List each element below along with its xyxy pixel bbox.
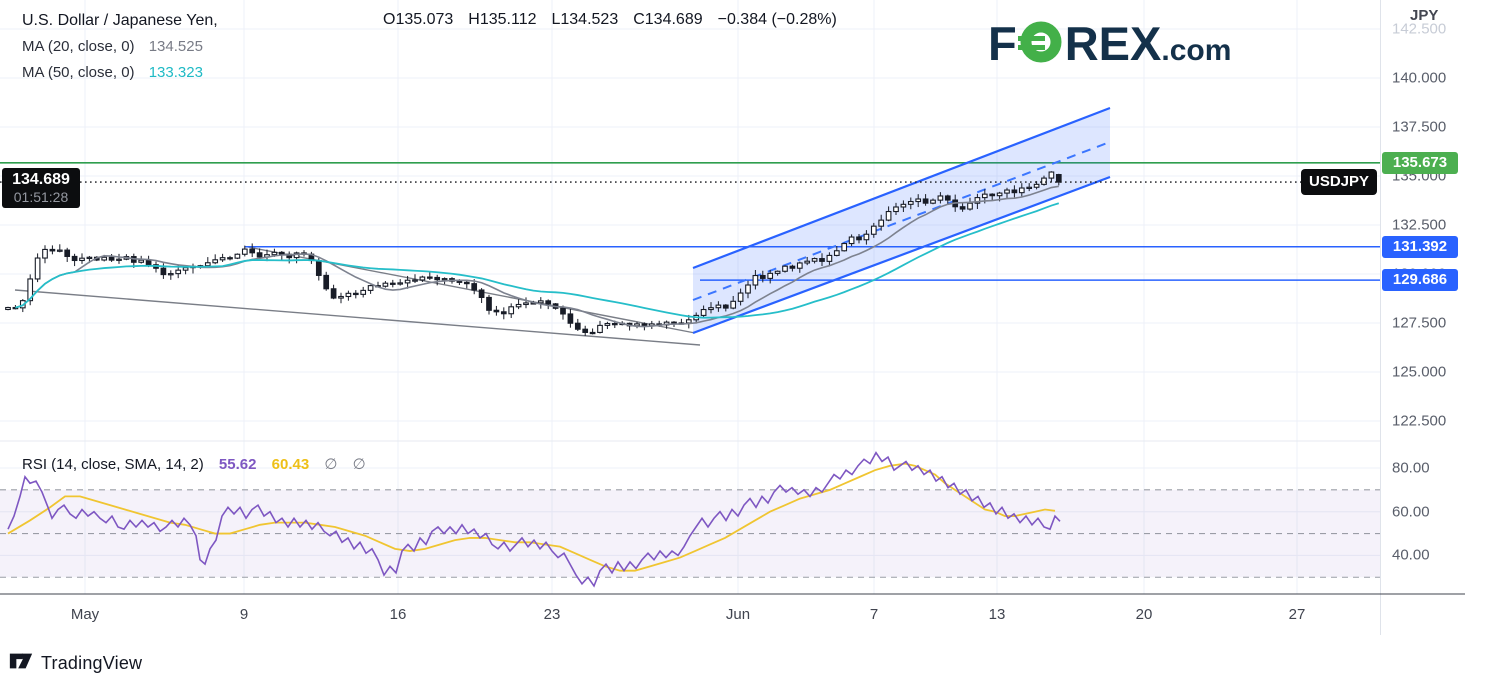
price-tick-137.500: 137.500 <box>1392 119 1446 136</box>
price-tick-142.500: 142.500 <box>1392 21 1446 38</box>
price-level-badge-129.686: 129.686 <box>1382 269 1458 291</box>
time-tick-7: 7 <box>870 606 878 623</box>
price-tick-140.000: 140.000 <box>1392 70 1446 87</box>
ma50-label: MA (50, close, 0) <box>22 64 135 81</box>
time-axis[interactable]: May 9 16 23 Jun 7 13 20 27 <box>0 596 1380 634</box>
current-price: 134.689 <box>2 170 80 189</box>
rsi-empty-marker-2: ∅ <box>353 456 366 473</box>
forex-com-logo: F REX.com <box>988 16 1231 71</box>
tradingview-icon <box>8 648 34 679</box>
price-tick-122.500: 122.500 <box>1392 413 1446 430</box>
ohlc-open: O135.073 <box>383 11 453 28</box>
price-axis[interactable]: 142.500140.000137.500135.000132.500130.0… <box>1380 0 1485 635</box>
time-tick-20: 20 <box>1136 606 1153 623</box>
symbol-title: U.S. Dollar / Japanese Yen, <box>22 8 218 34</box>
time-tick-13: 13 <box>989 606 1006 623</box>
time-tick-May: May <box>71 606 99 623</box>
rsi-legend[interactable]: RSI (14, close, SMA, 14, 2) 55.62 60.43 … <box>22 455 377 473</box>
forex-logo-f: F <box>988 16 1017 71</box>
symbol-legend[interactable]: U.S. Dollar / Japanese Yen, MA (20, clos… <box>22 8 218 86</box>
current-price-badge: 134.689 01:51:28 <box>2 168 80 208</box>
tradingview-attribution[interactable]: TradingView <box>8 648 142 679</box>
symbol-price-tag: USDJPY <box>1301 169 1377 195</box>
rsi-tick-40.00: 40.00 <box>1392 547 1430 564</box>
time-tick-Jun: Jun <box>726 606 750 623</box>
chart-canvas[interactable] <box>0 0 1485 688</box>
rsi-sma-value: 60.43 <box>272 456 310 473</box>
ma20-legend[interactable]: MA (20, close, 0) 134.525 <box>22 34 218 60</box>
ma50-legend[interactable]: MA (50, close, 0) 133.323 <box>22 60 218 86</box>
time-tick-9: 9 <box>240 606 248 623</box>
ohlc-high: H135.112 <box>468 11 536 28</box>
rsi-tick-80.00: 80.00 <box>1392 460 1430 477</box>
rsi-value: 55.62 <box>219 456 257 473</box>
ma20-value: 134.525 <box>149 38 203 55</box>
time-tick-16: 16 <box>390 606 407 623</box>
time-tick-27: 27 <box>1289 606 1306 623</box>
price-tick-125.000: 125.000 <box>1392 364 1446 381</box>
forex-o-icon <box>1018 21 1064 67</box>
ohlc-close: C134.689 <box>633 11 702 28</box>
ohlc-readout: O135.073 H135.112 L134.523 C134.689 −0.384 (… <box>383 11 852 29</box>
ma50-value: 133.323 <box>149 64 203 81</box>
price-tick-127.500: 127.500 <box>1392 315 1446 332</box>
time-tick-23: 23 <box>544 606 561 623</box>
ohlc-low: L134.523 <box>551 11 618 28</box>
tradingview-label: TradingView <box>41 653 142 674</box>
rsi-empty-marker-1: ∅ <box>324 456 337 473</box>
ma20-label: MA (20, close, 0) <box>22 38 135 55</box>
price-tick-132.500: 132.500 <box>1392 217 1446 234</box>
ohlc-change: −0.384 (−0.28%) <box>718 11 837 28</box>
rsi-label: RSI (14, close, SMA, 14, 2) <box>22 456 204 473</box>
price-level-badge-135.673: 135.673 <box>1382 152 1458 174</box>
price-level-badge-131.392: 131.392 <box>1382 236 1458 258</box>
tradingview-chart-window: U.S. Dollar / Japanese Yen, MA (20, clos… <box>0 0 1485 688</box>
forex-logo-com: .com <box>1161 34 1231 71</box>
rsi-tick-60.00: 60.00 <box>1392 503 1430 520</box>
bar-countdown: 01:51:28 <box>2 189 80 205</box>
forex-logo-rex: REX <box>1065 16 1162 71</box>
